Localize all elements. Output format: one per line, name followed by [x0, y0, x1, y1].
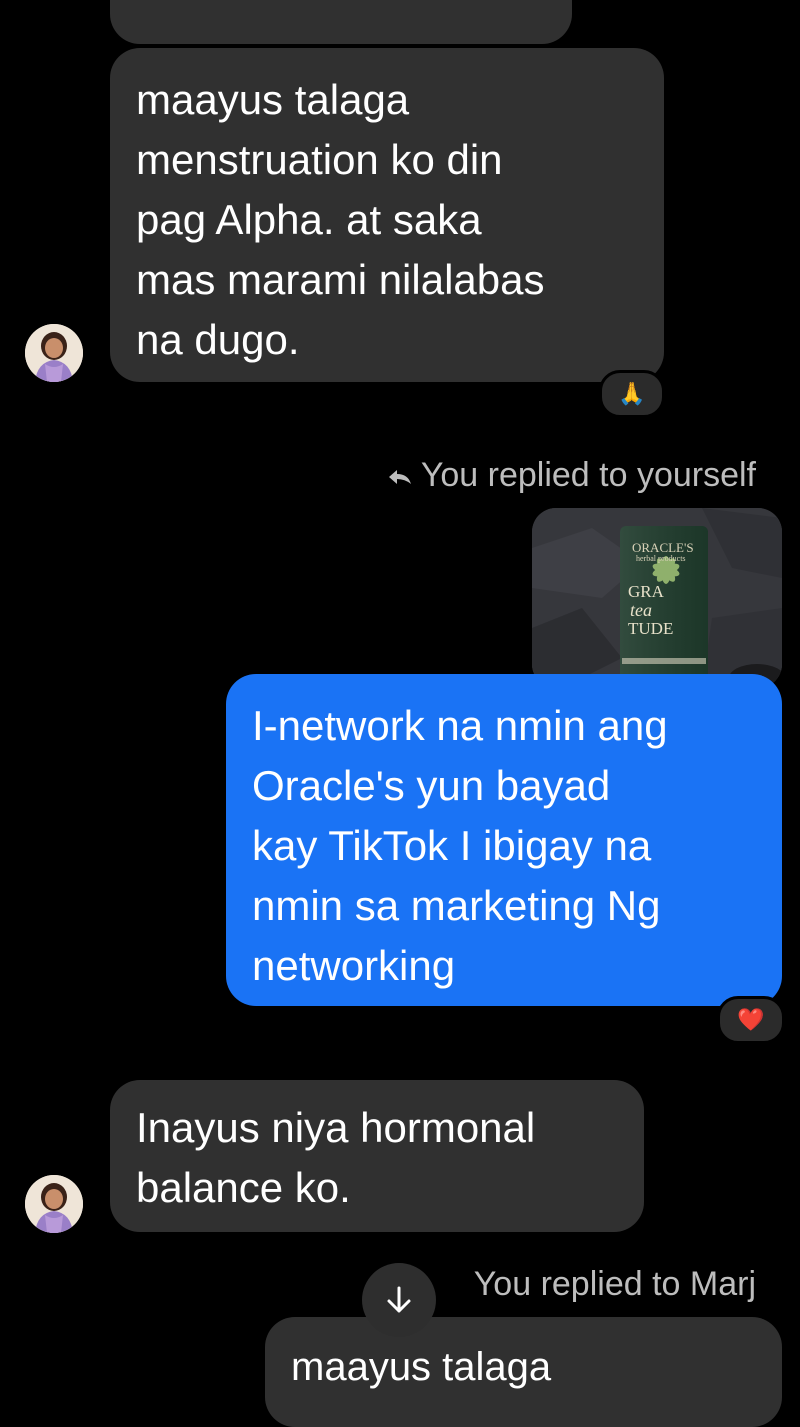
reply-arrow-icon [388, 470, 411, 485]
incoming-message-2[interactable]: Inayus niya hormonal balance ko. [110, 1080, 644, 1232]
message-line: Oracle's yun bayad [252, 762, 611, 809]
product-name-line: GRA [628, 582, 664, 601]
contact-avatar[interactable] [25, 324, 83, 382]
message-line: mas marami nilalabas [136, 256, 545, 303]
message-line: Inayus niya hormonal [136, 1104, 536, 1151]
reply-indicator-text: You replied to yourself [420, 456, 756, 494]
previous-message-bubble-partial[interactable] [110, 0, 572, 44]
message-line: balance ko. [136, 1164, 351, 1211]
folded-hands-emoji: 🙏 [618, 381, 646, 406]
avatar-image [25, 1175, 83, 1233]
message-line: nmin sa marketing Ng [252, 882, 661, 929]
message-line: networking [252, 942, 456, 989]
message-line: maayus talaga [136, 76, 410, 123]
reaction-badge[interactable]: ❤️ [717, 996, 785, 1044]
outgoing-reply-bubble-partial[interactable]: maayus talaga [265, 1317, 782, 1427]
heart-emoji: ❤️ [737, 1007, 765, 1032]
message-line: menstruation ko din [136, 136, 503, 183]
product-brand-sub-text: herbal products [636, 554, 686, 563]
product-name-line: TUDE [628, 619, 674, 638]
reaction-badge[interactable]: 🙏 [599, 370, 665, 418]
message-line: I-network na nmin ang [252, 702, 668, 749]
reply-indicator-text: You replied to Marj [473, 1265, 756, 1303]
message-line: na dugo. [136, 316, 300, 363]
avatar-image [25, 324, 83, 382]
reply-indicator: You replied to Marj [474, 1265, 756, 1304]
arrow-down-icon [387, 1286, 411, 1313]
replied-photo[interactable]: ORACLE'S herbal products GRA tea TUDE [532, 508, 782, 688]
incoming-message-1[interactable]: maayus talaga menstruation ko din pag Al… [110, 48, 664, 382]
product-name-line: tea [630, 600, 652, 620]
message-line: pag Alpha. at saka [136, 196, 482, 243]
reply-indicator: You replied to yourself [387, 456, 756, 495]
outgoing-message[interactable]: I-network na nmin ang Oracle's yun bayad… [226, 674, 782, 1006]
scroll-to-bottom-button[interactable] [362, 1263, 436, 1337]
contact-avatar[interactable] [25, 1175, 83, 1233]
message-line: kay TikTok I ibigay na [252, 822, 652, 869]
